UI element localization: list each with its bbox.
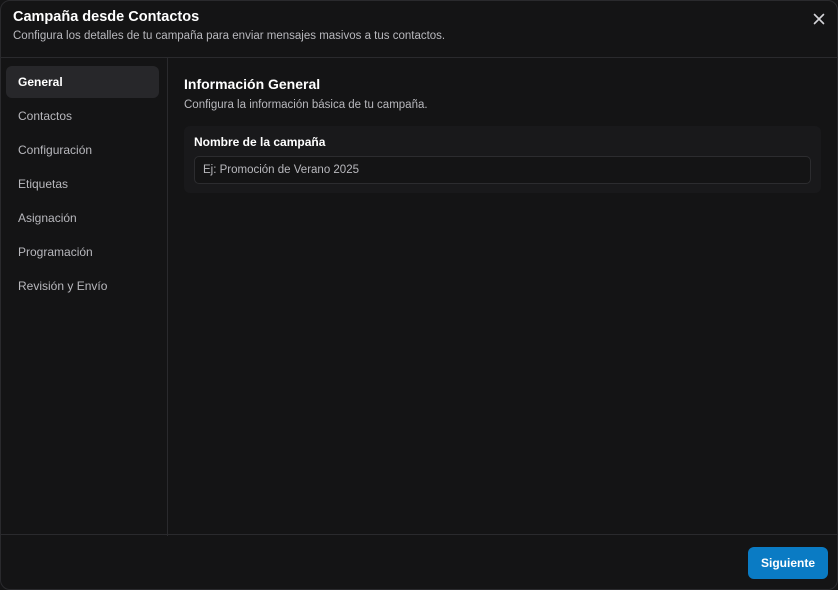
campaign-dialog: Campaña desde Contactos Configura los de…	[0, 0, 838, 590]
sidebar-item-revision-envio[interactable]: Revisión y Envío	[6, 270, 159, 302]
close-icon	[813, 13, 825, 25]
sidebar-item-general[interactable]: General	[6, 66, 159, 98]
sidebar-item-asignacion[interactable]: Asignación	[6, 202, 159, 234]
dialog-title: Campaña desde Contactos	[13, 9, 200, 25]
campaign-name-input[interactable]	[194, 156, 811, 184]
section-description: Configura la información básica de tu ca…	[184, 99, 428, 111]
section-title: Información General	[184, 76, 321, 92]
sidebar-item-configuracion[interactable]: Configuración	[6, 134, 159, 166]
sidebar-item-programacion[interactable]: Programación	[6, 236, 159, 268]
dialog-footer: Siguiente	[1, 534, 837, 589]
steps-sidebar: General Contactos Configuración Etiqueta…	[1, 58, 168, 536]
sidebar-item-etiquetas[interactable]: Etiquetas	[6, 168, 159, 200]
campaign-name-label: Nombre de la campaña	[194, 135, 326, 149]
sidebar-item-contactos[interactable]: Contactos	[6, 100, 159, 132]
dialog-header: Campaña desde Contactos Configura los de…	[1, 1, 837, 58]
campaign-name-card: Nombre de la campaña	[184, 126, 821, 193]
dialog-subtitle: Configura los detalles de tu campaña par…	[13, 30, 446, 42]
close-button[interactable]	[810, 10, 828, 28]
next-button[interactable]: Siguiente	[748, 547, 828, 579]
main-content: Información General Configura la informa…	[168, 58, 837, 536]
